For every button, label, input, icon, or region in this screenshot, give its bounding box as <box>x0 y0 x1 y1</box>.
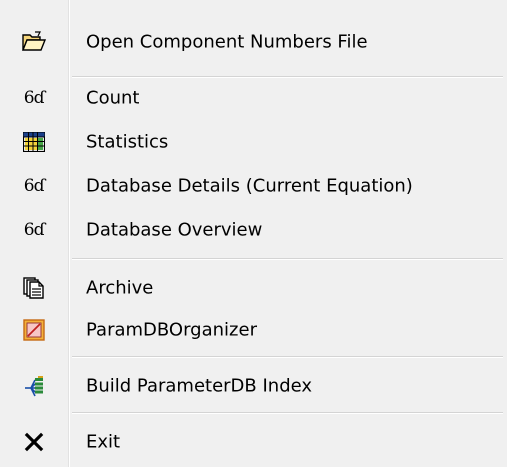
glasses-icon: 6ɗ <box>23 88 45 108</box>
spreadsheet-icon <box>22 130 46 154</box>
menu-item-label: Exit <box>86 431 121 453</box>
menu-item-label: Open Component Numbers File <box>86 31 368 53</box>
context-menu: Open Component Numbers File 6ɗ Count Sta… <box>0 0 507 467</box>
organizer-icon <box>22 318 46 342</box>
menu-separator <box>72 412 503 414</box>
menu-item-database-details[interactable]: 6ɗ Database Details (Current Equation) <box>0 166 507 206</box>
menu-separator <box>72 356 503 358</box>
folder-open-icon <box>22 30 46 54</box>
menu-item-label: Archive <box>86 277 154 299</box>
menu-item-label: Database Details (Current Equation) <box>86 175 413 197</box>
archive-documents-icon <box>22 276 46 300</box>
glasses-icon: 6ɗ <box>23 220 45 240</box>
menu-item-exit[interactable]: Exit <box>0 422 507 462</box>
tree-index-icon <box>22 374 46 398</box>
close-x-icon <box>22 430 46 454</box>
menu-item-label: Build ParameterDB Index <box>86 375 313 397</box>
menu-item-build-parameterdb-index[interactable]: Build ParameterDB Index <box>0 366 507 406</box>
glasses-icon: 6ɗ <box>23 176 45 196</box>
menu-separator <box>72 258 503 260</box>
menu-item-count[interactable]: 6ɗ Count <box>0 78 507 118</box>
menu-item-label: ParamDBOrganizer <box>86 319 257 341</box>
menu-item-statistics[interactable]: Statistics <box>0 122 507 162</box>
menu-item-label: Database Overview <box>86 219 263 241</box>
menu-item-paramdborganizer[interactable]: ParamDBOrganizer <box>0 310 507 350</box>
menu-item-label: Count <box>86 87 140 109</box>
menu-item-archive[interactable]: Archive <box>0 268 507 308</box>
menu-item-label: Statistics <box>86 131 169 153</box>
menu-item-open-component-numbers-file[interactable]: Open Component Numbers File <box>0 22 507 62</box>
menu-item-database-overview[interactable]: 6ɗ Database Overview <box>0 210 507 250</box>
